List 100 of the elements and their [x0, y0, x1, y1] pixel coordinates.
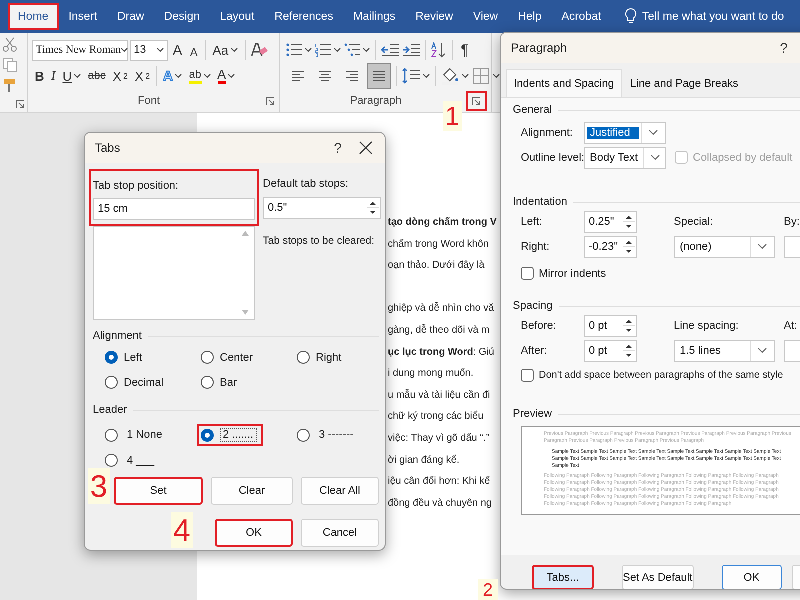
caret-icon[interactable]: [758, 348, 767, 354]
font-size-dropdown[interactable]: 13: [130, 40, 168, 60]
close-icon[interactable]: [359, 141, 373, 155]
dialog-launcher-button[interactable]: [466, 91, 487, 111]
caret-icon[interactable]: [334, 48, 341, 52]
dialog-launcher-icon[interactable]: [266, 96, 275, 106]
caret-icon[interactable]: [758, 244, 767, 250]
caret-icon[interactable]: [230, 48, 238, 52]
dialog-button[interactable]: Clear All: [301, 477, 379, 505]
caret-icon[interactable]: [204, 74, 210, 78]
show-formatting-button[interactable]: ¶: [458, 39, 472, 61]
ribbon-tab[interactable]: Design: [154, 3, 210, 30]
search-hint[interactable]: Tell me what you want to do: [642, 10, 784, 22]
radio-option[interactable]: Decimal: [101, 373, 168, 392]
default-tab-stops-spinbox[interactable]: 0.5": [263, 197, 381, 219]
dialog-button[interactable]: Set: [114, 477, 203, 505]
caret-icon[interactable]: [228, 74, 236, 78]
radio-option[interactable]: 3 -------: [293, 424, 363, 446]
caret-icon[interactable]: [157, 48, 164, 52]
dropdown[interactable]: Body Text: [584, 146, 666, 168]
radio-button[interactable]: [105, 351, 118, 364]
dialog-launcher-icon[interactable]: [16, 100, 25, 109]
radio-button[interactable]: [297, 351, 310, 364]
radio-button[interactable]: [297, 428, 310, 442]
radio-option[interactable]: 1 None: [101, 424, 172, 446]
radio-button[interactable]: [105, 454, 118, 467]
underline-button[interactable]: U: [60, 65, 84, 87]
radio-button[interactable]: [201, 351, 214, 364]
ribbon-tab[interactable]: Acrobat: [552, 3, 612, 30]
radio-option[interactable]: Center: [197, 348, 258, 367]
caret-icon[interactable]: [175, 74, 182, 78]
numbered-list-icon[interactable]: [315, 43, 331, 57]
font-color-button[interactable]: A: [214, 65, 238, 87]
font-name-dropdown[interactable]: Times New Roman: [32, 40, 128, 60]
highlight-color-button[interactable]: ab: [186, 65, 214, 87]
dialog-button[interactable]: Clear: [211, 477, 293, 505]
caret-icon[interactable]: [363, 48, 370, 52]
radio-option[interactable]: Bar: [197, 373, 242, 392]
ribbon-tab[interactable]: Review: [406, 3, 464, 30]
ribbon-tab[interactable]: Draw: [107, 3, 154, 30]
bulleted-list-icon[interactable]: [286, 43, 302, 57]
italic-button[interactable]: I: [48, 65, 59, 87]
tab-stop-position-field[interactable]: 15 cm: [93, 198, 255, 220]
help-button[interactable]: ?: [323, 139, 353, 157]
multilevel-list-icon[interactable]: [344, 43, 360, 57]
clear-formatting-icon[interactable]: [250, 41, 268, 59]
radio-option[interactable]: Right: [293, 348, 346, 367]
ribbon-tab[interactable]: Layout: [210, 3, 265, 30]
caret-icon[interactable]: [649, 130, 658, 136]
radio-option[interactable]: Left: [101, 348, 146, 367]
caret-icon[interactable]: [462, 74, 469, 78]
dialog-tab[interactable]: Indents and Spacing: [506, 69, 622, 97]
dialog-button[interactable]: Set As Default: [622, 565, 694, 589]
decrease-indent-icon[interactable]: [381, 43, 399, 57]
dialog-button[interactable]: OK: [722, 565, 782, 589]
caret-icon[interactable]: [493, 74, 500, 78]
line-spacing-icon[interactable]: [402, 68, 420, 84]
left-indent-spinbox[interactable]: 0.25": [584, 210, 637, 232]
ribbon-tab[interactable]: References: [264, 3, 344, 30]
cancel-button[interactable]: Cancel: [301, 519, 379, 547]
increase-indent-icon[interactable]: [402, 43, 420, 57]
right-indent-spinbox[interactable]: -0.23": [584, 236, 637, 258]
caret-icon[interactable]: [74, 74, 82, 78]
dropdown[interactable]: 1.5 lines: [674, 340, 775, 362]
checkbox[interactable]: [521, 267, 534, 280]
shrink-font-button[interactable]: A: [187, 39, 201, 61]
ok-button[interactable]: OK: [215, 519, 293, 547]
radio-button[interactable]: [201, 428, 214, 442]
strike-button[interactable]: abc: [85, 65, 109, 87]
align-justify-button[interactable]: [367, 63, 391, 89]
ribbon-tab[interactable]: Help: [508, 3, 552, 30]
bold-button[interactable]: B: [32, 65, 48, 87]
change-case-button[interactable]: Aa: [210, 39, 241, 61]
scissors-icon[interactable]: [2, 37, 18, 53]
dialog-button[interactable]: Tabs...: [532, 565, 594, 589]
dropdown[interactable]: (none): [674, 236, 775, 258]
ribbon-tab[interactable]: Home: [8, 3, 59, 30]
ribbon-tab[interactable]: Insert: [58, 3, 108, 30]
caret-icon[interactable]: [305, 48, 312, 52]
radio-button[interactable]: [201, 376, 214, 389]
sort-icon[interactable]: [431, 42, 447, 58]
checkbox[interactable]: [521, 369, 534, 382]
radio-button[interactable]: [105, 376, 118, 389]
lightbulb-icon[interactable]: [625, 8, 638, 25]
dialog-launcher-icon[interactable]: [472, 96, 481, 106]
radio-button[interactable]: [105, 428, 118, 442]
superscript-button[interactable]: X$^{2}$: [132, 65, 154, 87]
dropdown[interactable]: Justified: [584, 122, 666, 144]
caret-icon[interactable]: [651, 154, 660, 160]
dialog-tab[interactable]: Line and Page Breaks: [622, 69, 747, 97]
grow-font-button[interactable]: A: [170, 39, 186, 61]
before-spacing-spinbox[interactable]: 0 pt: [584, 314, 637, 336]
after-spacing-spinbox[interactable]: 0 pt: [584, 340, 637, 362]
paintbrush-icon[interactable]: [2, 77, 18, 93]
radio-option[interactable]: 2 .......: [197, 424, 263, 446]
caret-icon[interactable]: [121, 48, 128, 52]
ribbon-tab[interactable]: Mailings: [343, 3, 406, 30]
help-button[interactable]: ?: [769, 39, 799, 57]
ribbon-tab[interactable]: View: [463, 3, 508, 30]
caret-icon[interactable]: [423, 74, 430, 78]
